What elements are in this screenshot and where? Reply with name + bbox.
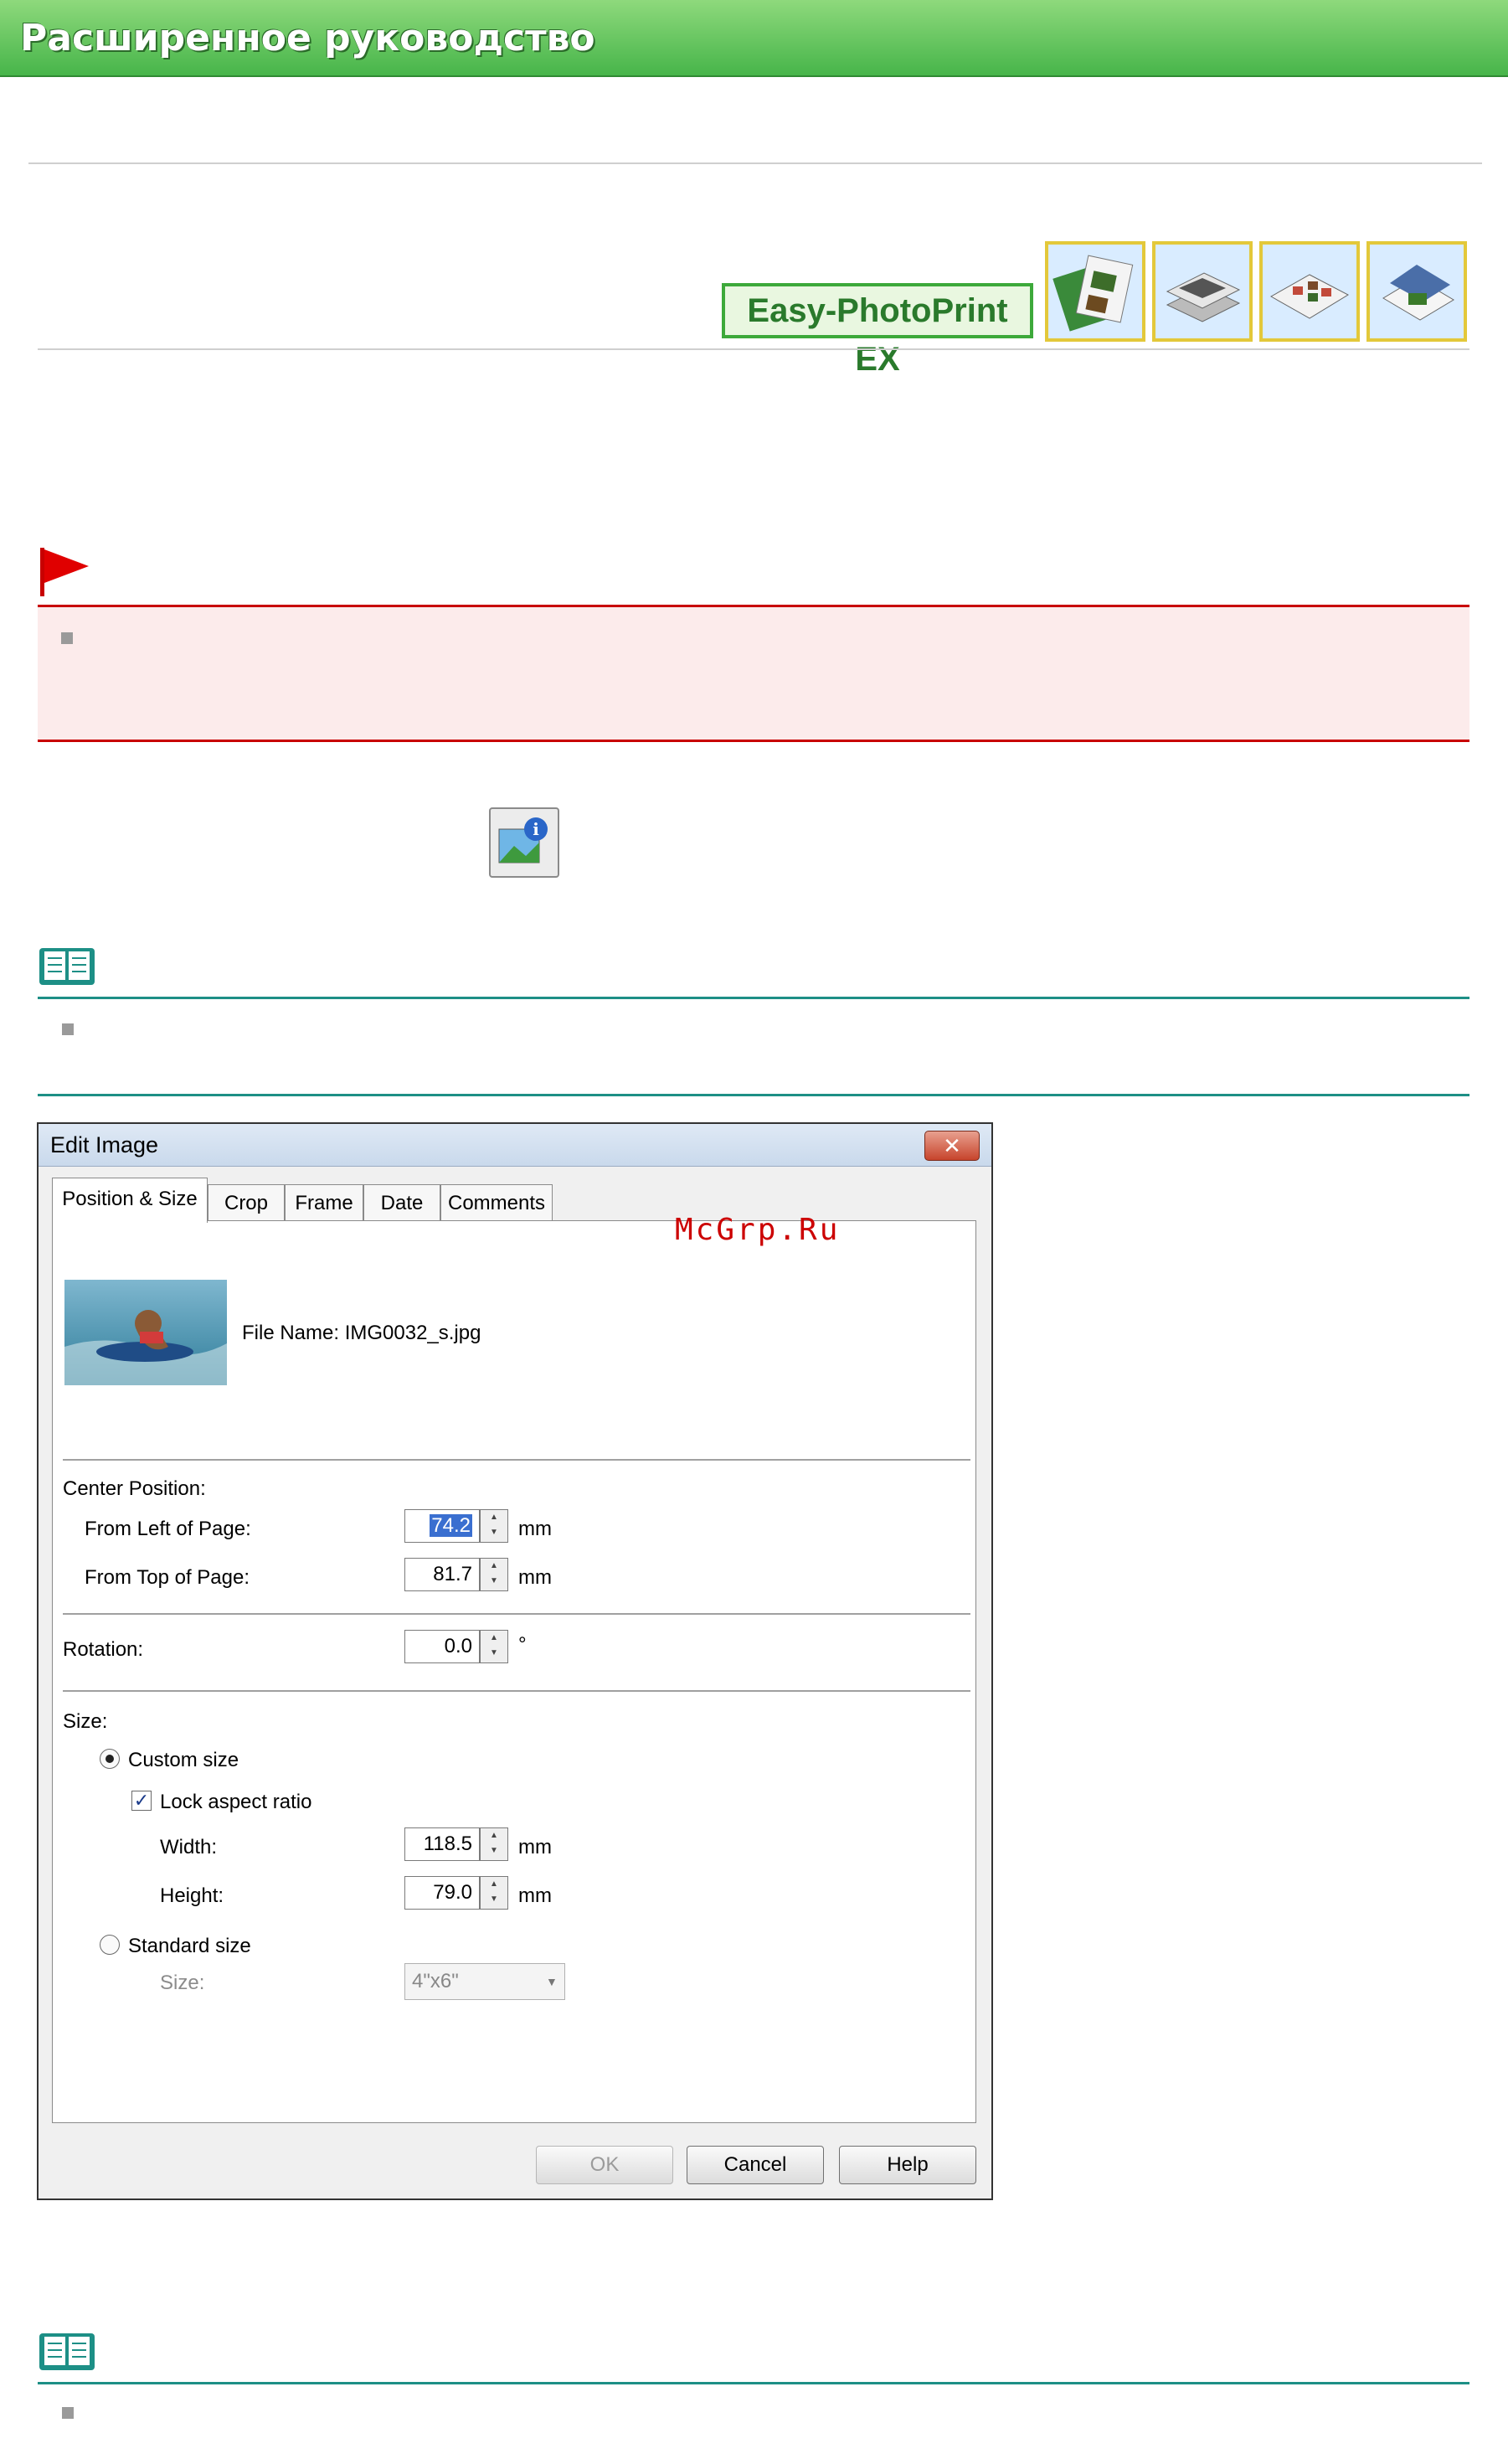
rotation-input[interactable]: 0.0 bbox=[404, 1630, 480, 1663]
note-divider bbox=[38, 2382, 1469, 2384]
note-divider bbox=[38, 997, 1469, 999]
custom-size-radio[interactable] bbox=[100, 1749, 120, 1769]
tab-position-size[interactable]: Position & Size bbox=[52, 1178, 208, 1223]
tab-frame[interactable]: Frame bbox=[285, 1184, 363, 1221]
from-top-spinner[interactable]: ▲ ▼ bbox=[480, 1558, 508, 1591]
tab-crop[interactable]: Crop bbox=[208, 1184, 285, 1221]
tab-comments[interactable]: Comments bbox=[440, 1184, 553, 1221]
mm-unit: mm bbox=[518, 1836, 552, 1858]
lock-aspect-label: Lock aspect ratio bbox=[160, 1791, 312, 1813]
standard-size-label: Standard size bbox=[128, 1935, 251, 1957]
divider bbox=[38, 348, 1469, 350]
important-flag-icon bbox=[39, 548, 90, 600]
calendar-icon[interactable] bbox=[1366, 241, 1467, 342]
rotation-spinner[interactable]: ▲ ▼ bbox=[480, 1630, 508, 1663]
standard-size-radio[interactable] bbox=[100, 1935, 120, 1955]
important-section bbox=[38, 605, 1469, 742]
lock-aspect-checkbox[interactable]: ✓ bbox=[131, 1791, 152, 1811]
separator bbox=[63, 1613, 970, 1616]
photo-print-icon[interactable] bbox=[1152, 241, 1253, 342]
edit-image-dialog: Edit Image ✕ Position & Size Crop Frame … bbox=[37, 1122, 993, 2200]
ok-button[interactable]: OK bbox=[536, 2146, 673, 2184]
from-left-spinner[interactable]: ▲ ▼ bbox=[480, 1509, 508, 1543]
size-label: Size: bbox=[63, 1710, 108, 1733]
from-top-input[interactable]: 81.7 bbox=[404, 1558, 480, 1591]
file-name-label: File Name: IMG0032_s.jpg bbox=[242, 1322, 481, 1344]
degree-unit: ° bbox=[518, 1633, 527, 1656]
divider bbox=[28, 162, 1482, 164]
width-input[interactable]: 118.5 bbox=[404, 1827, 480, 1861]
bullet bbox=[61, 632, 73, 644]
height-spinner[interactable]: ▲ ▼ bbox=[480, 1876, 508, 1910]
rotation-label: Rotation: bbox=[63, 1638, 144, 1661]
image-info-icon: i bbox=[489, 807, 559, 878]
note-divider bbox=[38, 1094, 1469, 1096]
mm-unit: mm bbox=[518, 1884, 552, 1907]
standard-size-value: 4"x6" bbox=[412, 1970, 459, 1992]
close-button[interactable]: ✕ bbox=[924, 1131, 980, 1161]
page-title: Расширенное руководство bbox=[20, 17, 595, 59]
width-spinner[interactable]: ▲ ▼ bbox=[480, 1827, 508, 1861]
from-left-label: From Left of Page: bbox=[85, 1518, 251, 1540]
note-book-icon bbox=[38, 2330, 96, 2374]
header-bar: Расширенное руководство bbox=[0, 0, 1508, 77]
bullet bbox=[62, 1023, 74, 1035]
product-logo: Easy-PhotoPrint EX bbox=[722, 283, 1033, 378]
album-icon[interactable] bbox=[1045, 241, 1145, 342]
from-left-value: 74.2 bbox=[430, 1514, 472, 1537]
custom-size-label: Custom size bbox=[128, 1749, 239, 1771]
mm-unit: mm bbox=[518, 1566, 552, 1589]
svg-text:i: i bbox=[533, 819, 539, 839]
image-thumbnail bbox=[64, 1280, 227, 1385]
watermark: McGrp.Ru bbox=[675, 1213, 841, 1247]
standard-size-size-label: Size: bbox=[160, 1972, 205, 1994]
dialog-title: Edit Image bbox=[50, 1132, 159, 1157]
tab-panel: File Name: IMG0032_s.jpg Center Position… bbox=[52, 1220, 976, 2123]
height-input[interactable]: 79.0 bbox=[404, 1876, 480, 1910]
center-position-label: Center Position: bbox=[63, 1477, 206, 1500]
note-book-icon bbox=[38, 945, 96, 988]
width-label: Width: bbox=[160, 1836, 218, 1858]
bullet bbox=[62, 2407, 74, 2419]
help-button[interactable]: Help bbox=[839, 2146, 976, 2184]
from-top-label: From Top of Page: bbox=[85, 1566, 250, 1589]
from-left-input[interactable]: 74.2 bbox=[404, 1509, 480, 1543]
cancel-button[interactable]: Cancel bbox=[687, 2146, 824, 2184]
separator bbox=[63, 1459, 970, 1461]
chevron-down-icon: ▼ bbox=[546, 1975, 558, 1988]
standard-size-select[interactable]: 4"x6" ▼ bbox=[404, 1963, 565, 2000]
dialog-titlebar[interactable]: Edit Image ✕ bbox=[39, 1124, 991, 1167]
height-label: Height: bbox=[160, 1884, 224, 1907]
tab-date[interactable]: Date bbox=[363, 1184, 440, 1221]
separator bbox=[63, 1690, 970, 1693]
layout-print-icon[interactable] bbox=[1259, 241, 1360, 342]
mm-unit: mm bbox=[518, 1518, 552, 1540]
